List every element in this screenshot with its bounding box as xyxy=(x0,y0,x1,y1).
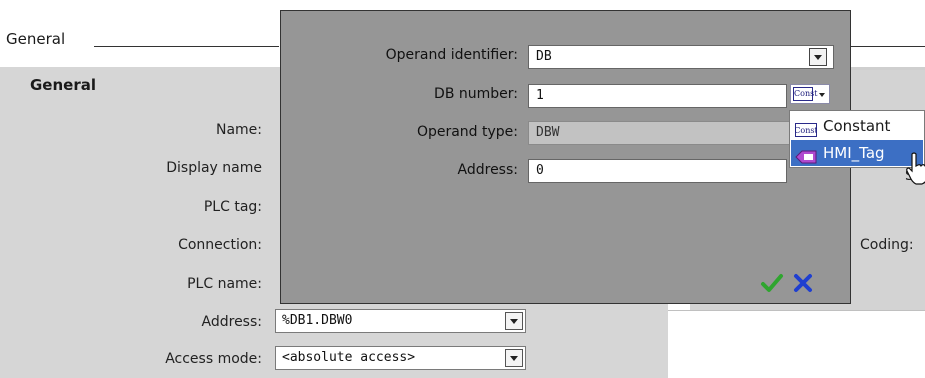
db-number-value: 1 xyxy=(536,88,544,103)
plc-name-label: PLC name: xyxy=(187,276,262,292)
panel-heading: General xyxy=(30,76,96,94)
operand-type-label: Operand type: xyxy=(416,124,518,140)
menu-item-label: Constant xyxy=(823,117,891,135)
display-name-label: Display name xyxy=(166,160,262,176)
const-icon: Const xyxy=(793,87,817,101)
dialog-address-value: 0 xyxy=(536,163,544,178)
coding-label: Coding: xyxy=(860,237,914,253)
const-icon-text: Const xyxy=(795,126,817,135)
operand-identifier-dropdown[interactable]: DB xyxy=(528,45,834,69)
chevron-down-icon[interactable] xyxy=(809,48,827,66)
hmi-tag-icon xyxy=(795,146,817,164)
chevron-down-icon[interactable] xyxy=(505,312,523,330)
ok-checkmark-icon[interactable] xyxy=(760,271,784,295)
menu-item-constant[interactable]: Const Constant xyxy=(791,113,923,139)
section-divider xyxy=(94,46,279,47)
plc-tag-label: PLC tag: xyxy=(203,199,262,215)
connection-label: Connection: xyxy=(178,237,262,253)
operand-type-field: DBW xyxy=(528,121,790,145)
chevron-down-icon[interactable] xyxy=(505,349,523,367)
right-panel-divider xyxy=(668,310,925,311)
hand-cursor-icon xyxy=(906,152,925,185)
cancel-x-icon[interactable] xyxy=(791,271,815,295)
const-selector-button[interactable]: Const xyxy=(790,84,830,104)
access-mode-combobox[interactable]: <absolute access> xyxy=(275,346,526,370)
address-label: Address: xyxy=(201,314,262,330)
section-divider-right xyxy=(851,46,925,47)
access-mode-label: Access mode: xyxy=(165,351,262,367)
db-number-input[interactable]: 1 xyxy=(528,84,787,108)
operand-type-value: DBW xyxy=(536,125,560,140)
dialog-address-label: Address: xyxy=(457,162,518,178)
caret-down-icon xyxy=(819,93,825,97)
db-number-label: DB number: xyxy=(434,86,518,102)
menu-item-label: HMI_Tag xyxy=(823,144,885,162)
const-icon: Const xyxy=(794,119,818,137)
address-value: %DB1.DBW0 xyxy=(282,313,353,328)
access-mode-value: <absolute access> xyxy=(282,350,416,365)
operand-identifier-label: Operand identifier: xyxy=(385,47,518,63)
address-combobox[interactable]: %DB1.DBW0 xyxy=(275,309,526,333)
menu-item-hmi-tag[interactable]: HMI_Tag xyxy=(791,140,923,166)
name-label: Name: xyxy=(215,122,262,138)
section-title: General xyxy=(6,30,66,48)
dialog-address-input[interactable]: 0 xyxy=(528,159,787,183)
operand-identifier-value: DB xyxy=(536,49,552,64)
